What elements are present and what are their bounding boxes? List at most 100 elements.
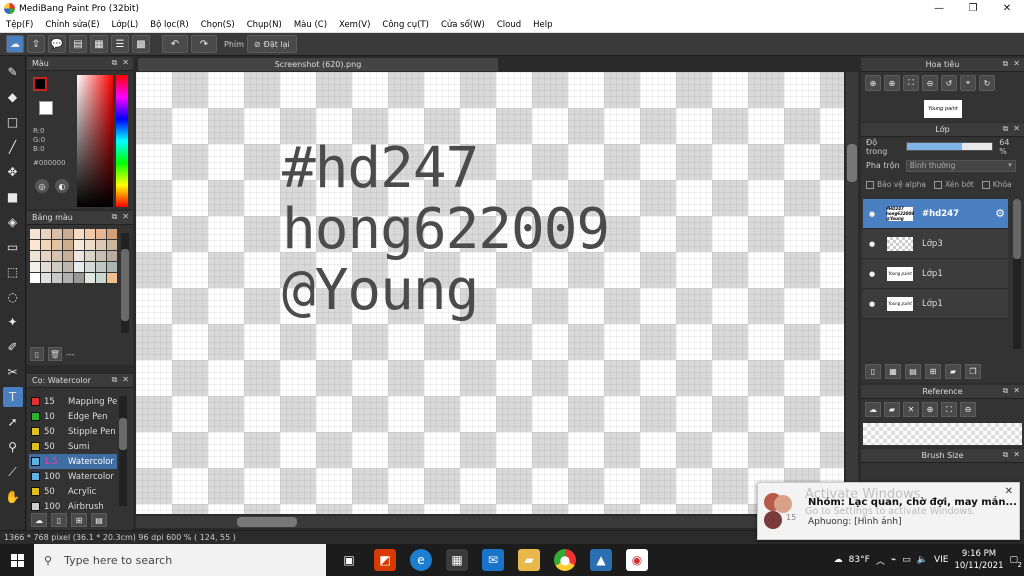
document-icon[interactable]: ▦ xyxy=(90,35,108,53)
popout-icon[interactable]: ⧉ xyxy=(112,58,118,68)
menu-help[interactable]: Help xyxy=(527,20,558,30)
menu-snap[interactable]: Chụp(N) xyxy=(241,20,288,30)
palette-swatch[interactable] xyxy=(85,251,95,261)
saturation-value-picker[interactable] xyxy=(77,75,113,207)
brush-item[interactable]: 15 Mapping Pen xyxy=(29,394,117,409)
cloud-icon[interactable]: ☁ xyxy=(6,35,24,53)
palette-swatch[interactable] xyxy=(96,229,106,239)
palette-swatch[interactable] xyxy=(96,262,106,272)
close-icon[interactable]: ✕ xyxy=(122,212,129,222)
magic-wand-icon[interactable]: ✦ xyxy=(3,312,23,332)
zoom-in-icon[interactable]: ⊕ xyxy=(865,75,881,91)
popout-icon[interactable]: ⧉ xyxy=(1003,450,1009,460)
palette-mode-icon[interactable]: ◐ xyxy=(55,179,69,193)
palette-swatch[interactable] xyxy=(63,229,73,239)
menu-layer[interactable]: Lớp(L) xyxy=(106,20,145,30)
palette-swatch[interactable] xyxy=(52,262,62,272)
add-brush-icon[interactable]: ⊞ xyxy=(71,513,87,527)
add-color-icon[interactable]: ▯ xyxy=(30,347,44,361)
hue-slider[interactable] xyxy=(116,75,128,207)
opacity-slider[interactable] xyxy=(905,142,994,151)
clipping-checkbox[interactable]: Xén bớt xyxy=(933,180,974,189)
menu-file[interactable]: Tệp(F) xyxy=(0,20,39,30)
menu-filter[interactable]: Bộ lọc(R) xyxy=(144,20,195,30)
palette-swatch[interactable] xyxy=(96,273,106,283)
reset-button[interactable]: ⊘ Đặt lại xyxy=(246,35,297,53)
volume-icon[interactable]: 🔈 xyxy=(917,555,928,565)
brush-item[interactable]: 50 Sumi xyxy=(29,439,117,454)
palette-swatch[interactable] xyxy=(85,240,95,250)
navigator-thumbnail[interactable]: Young paint xyxy=(924,100,962,118)
lock-checkbox[interactable]: Khóa xyxy=(981,180,1012,189)
new-halftone-layer-icon[interactable]: ▦ xyxy=(885,364,901,379)
menu-color[interactable]: Màu (C) xyxy=(288,20,333,30)
brush-item[interactable]: 1.5 Watercolor xyxy=(29,454,117,469)
fill-tool-icon[interactable]: ◈ xyxy=(3,212,23,232)
folder-icon[interactable]: ▰ xyxy=(945,364,961,379)
brush-scrollbar[interactable] xyxy=(119,396,127,506)
network-icon[interactable]: ⌁ xyxy=(891,555,896,565)
brush-item[interactable]: 10 Edge Pen xyxy=(29,409,117,424)
brush-item[interactable]: 50 Acrylic xyxy=(29,484,117,499)
palette-swatch[interactable] xyxy=(41,229,51,239)
edge-icon[interactable]: e xyxy=(410,549,432,571)
visibility-icon[interactable]: ● xyxy=(865,270,879,278)
palette-swatch[interactable] xyxy=(52,251,62,261)
palette-swatch[interactable] xyxy=(30,251,40,261)
fit-icon[interactable]: ⛶ xyxy=(903,75,919,91)
brush-item[interactable]: 100 Watercolor xyxy=(29,469,117,484)
brush-tool-icon[interactable]: ✎ xyxy=(3,62,23,82)
open-folder-icon[interactable]: ▰ xyxy=(884,402,900,417)
chrome-icon[interactable]: ● xyxy=(554,549,576,571)
palette-swatch[interactable] xyxy=(96,240,106,250)
weather-icon[interactable]: ☁ xyxy=(834,555,843,565)
store-icon[interactable]: ▦ xyxy=(446,549,468,571)
palette-swatch[interactable] xyxy=(41,251,51,261)
menu-select[interactable]: Chọn(S) xyxy=(195,20,241,30)
palette-swatch[interactable] xyxy=(107,229,117,239)
palette-swatch[interactable] xyxy=(85,273,95,283)
palette-swatch[interactable] xyxy=(74,240,84,250)
layer-scrollbar[interactable] xyxy=(1013,199,1021,349)
blend-mode-select[interactable]: Bình thường xyxy=(905,159,1016,172)
palette-swatch[interactable] xyxy=(85,262,95,272)
palette-swatch[interactable] xyxy=(41,262,51,272)
vertical-scrollbar[interactable] xyxy=(846,72,858,514)
close-icon[interactable]: ✕ xyxy=(122,375,129,385)
close-button[interactable]: ✕ xyxy=(990,0,1024,17)
maximize-button[interactable]: ❐ xyxy=(956,0,990,17)
cloud-brush-icon[interactable]: ☁ xyxy=(31,513,47,527)
grid-icon[interactable]: ▩ xyxy=(132,35,150,53)
rotate-left-icon[interactable]: ↺ xyxy=(941,75,957,91)
photos-icon[interactable]: ▲ xyxy=(590,549,612,571)
taskbar-search[interactable]: ⚲ Type here to search xyxy=(34,544,326,576)
palette-swatch[interactable] xyxy=(63,240,73,250)
menu-window[interactable]: Cửa sổ(W) xyxy=(435,20,491,30)
palette-swatch[interactable] xyxy=(30,240,40,250)
comment-icon[interactable]: 💬 xyxy=(48,35,66,53)
eraser-tool-icon[interactable]: ◆ xyxy=(3,87,23,107)
palette-swatch[interactable] xyxy=(52,240,62,250)
background-color-swatch[interactable] xyxy=(39,101,53,115)
chevron-up-icon[interactable]: ︿ xyxy=(876,554,885,567)
undo-icon[interactable]: ↶ xyxy=(162,35,188,53)
delete-color-icon[interactable]: 🗑 xyxy=(48,347,62,361)
palette-swatch[interactable] xyxy=(74,262,84,272)
new-layer-icon[interactable]: ▯ xyxy=(865,364,881,379)
task-view-icon[interactable]: ▣ xyxy=(338,549,360,571)
document-tab[interactable]: Screenshot (620).png xyxy=(138,58,498,71)
layer-row[interactable]: ● Young paint Lớp1 xyxy=(863,259,1008,289)
close-icon[interactable]: ✕ xyxy=(1013,59,1020,69)
popout-icon[interactable]: ⧉ xyxy=(1003,386,1009,396)
weather-temp[interactable]: 83°F xyxy=(849,555,870,565)
lasso-tool-icon[interactable]: ◌ xyxy=(3,287,23,307)
layer-row[interactable]: ● Young paint Lớp1 xyxy=(863,289,1008,319)
palette-swatch[interactable] xyxy=(107,262,117,272)
popout-icon[interactable]: ⧉ xyxy=(112,375,118,385)
palette-swatch[interactable] xyxy=(41,240,51,250)
battery-icon[interactable]: ▭ xyxy=(902,555,911,565)
menu-cloud[interactable]: Cloud xyxy=(491,20,527,30)
layer-row[interactable]: ● Lớp3 xyxy=(863,229,1008,259)
protect-alpha-checkbox[interactable]: Bảo vệ alpha xyxy=(866,180,926,189)
rectangle-tool-icon[interactable]: □ xyxy=(3,112,23,132)
